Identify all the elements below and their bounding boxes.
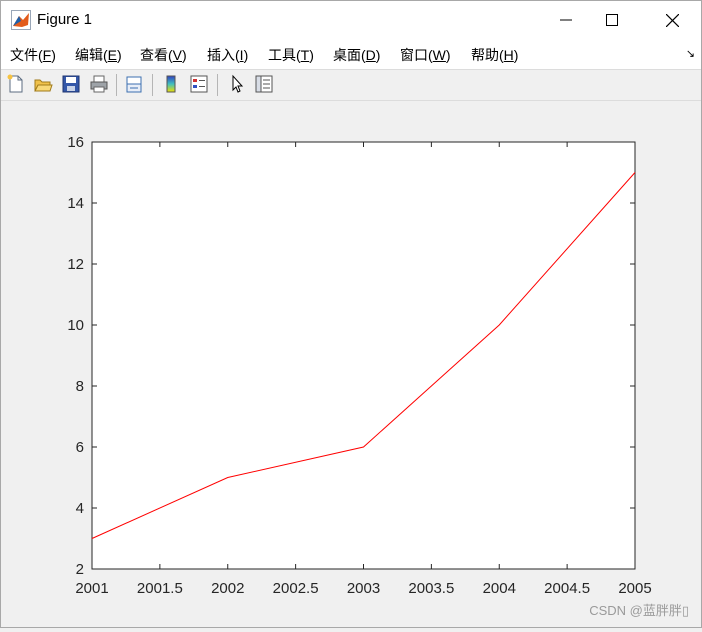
link-plot-icon bbox=[126, 76, 142, 93]
close-icon bbox=[665, 13, 679, 27]
new-figure-icon bbox=[7, 74, 23, 93]
minimize-button[interactable] bbox=[543, 1, 589, 39]
pointer-button[interactable] bbox=[226, 73, 248, 95]
figure-toolbar bbox=[1, 70, 701, 101]
y-tick-label: 10 bbox=[67, 317, 84, 334]
y-tick-label: 6 bbox=[76, 439, 84, 456]
x-tick-label: 2004 bbox=[483, 580, 516, 597]
new-figure-button[interactable] bbox=[5, 73, 27, 95]
y-tick-label: 12 bbox=[67, 256, 84, 273]
colorbar-icon bbox=[166, 75, 176, 93]
menu-tools[interactable]: 工具(T) bbox=[268, 45, 314, 65]
y-tick-label: 4 bbox=[76, 500, 84, 517]
open-file-button[interactable] bbox=[32, 73, 54, 95]
y-tick-label: 2 bbox=[76, 561, 84, 578]
print-button[interactable] bbox=[88, 73, 110, 95]
menu-bar: 文件(F) 编辑(E) 查看(V) 插入(I) 工具(T) 桌面(D) 窗口(W… bbox=[1, 39, 701, 70]
menu-desktop[interactable]: 桌面(D) bbox=[333, 45, 380, 65]
minimize-icon bbox=[560, 19, 572, 21]
dock-arrow-icon[interactable]: ↘ bbox=[686, 47, 695, 60]
toolbar-separator bbox=[152, 74, 153, 96]
property-editor-button[interactable] bbox=[253, 73, 275, 95]
line-plot[interactable]: 2001 2001.5 2002 2002.5 2003 2003.5 2004 2004.5… bbox=[1, 101, 701, 627]
colorbar-button[interactable] bbox=[160, 73, 182, 95]
toolbar-separator bbox=[116, 74, 117, 96]
y-tick-label: 14 bbox=[67, 195, 84, 212]
menu-help[interactable]: 帮助(H) bbox=[471, 45, 518, 65]
watermark: CSDN @蓝胖胖▯ bbox=[589, 603, 689, 618]
figure-window: Figure 1 文件(F) 编辑(E) 查看(V) 插入(I) 工具(T) 桌… bbox=[0, 0, 702, 628]
property-editor-icon bbox=[255, 75, 273, 93]
figure-canvas[interactable]: 2001 2001.5 2002 2002.5 2003 2003.5 2004 2004.5… bbox=[1, 101, 701, 627]
x-tick-label: 2002.5 bbox=[273, 580, 319, 597]
link-plot-button[interactable] bbox=[123, 73, 145, 95]
menu-edit[interactable]: 编辑(E) bbox=[75, 45, 122, 65]
legend-icon bbox=[190, 75, 208, 93]
close-button[interactable] bbox=[649, 1, 695, 39]
legend-button[interactable] bbox=[188, 73, 210, 95]
x-tick-label: 2001.5 bbox=[137, 580, 183, 597]
x-tick-label: 2005 bbox=[618, 580, 651, 597]
x-tick-label: 2002 bbox=[211, 580, 244, 597]
menu-view[interactable]: 查看(V) bbox=[140, 45, 187, 65]
maximize-button[interactable] bbox=[589, 1, 635, 39]
x-tick-label: 2004.5 bbox=[544, 580, 590, 597]
menu-window[interactable]: 窗口(W) bbox=[400, 45, 451, 65]
y-tick-label: 16 bbox=[67, 134, 84, 151]
maximize-icon bbox=[606, 14, 618, 26]
menu-file[interactable]: 文件(F) bbox=[10, 45, 56, 65]
save-icon bbox=[62, 75, 80, 93]
menu-insert[interactable]: 插入(I) bbox=[207, 45, 248, 65]
open-file-icon bbox=[34, 79, 53, 92]
matlab-icon bbox=[11, 10, 31, 30]
print-icon bbox=[90, 75, 108, 93]
x-tick-label: 2001 bbox=[75, 580, 108, 597]
x-tick-label: 2003 bbox=[347, 580, 380, 597]
toolbar-separator bbox=[217, 74, 218, 96]
window-title: Figure 1 bbox=[37, 11, 93, 28]
y-tick-label: 8 bbox=[76, 378, 84, 395]
x-tick-label: 2003.5 bbox=[408, 580, 454, 597]
pointer-icon bbox=[232, 74, 244, 93]
plot-area bbox=[92, 142, 635, 569]
save-button[interactable] bbox=[60, 73, 82, 95]
title-bar[interactable]: Figure 1 bbox=[1, 1, 701, 39]
